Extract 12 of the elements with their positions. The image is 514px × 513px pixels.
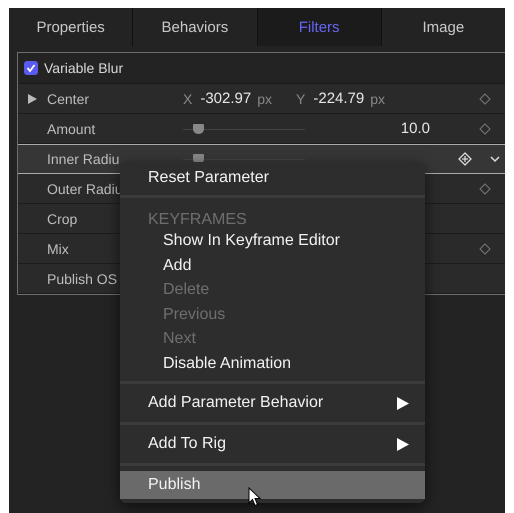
unit-label: px xyxy=(370,90,386,106)
parameter-label: Center xyxy=(47,90,90,106)
menu-section-header: KEYFRAMES xyxy=(147,210,248,229)
axis-label: X xyxy=(183,90,192,106)
axis-label: Y xyxy=(296,90,306,106)
filter-name: Variable Blur xyxy=(44,60,124,76)
parameter-label: Amount xyxy=(47,120,96,136)
parameter-label: Inner Radiu xyxy=(47,151,120,167)
parameter-label: Crop xyxy=(47,210,78,226)
parameter-label: Mix xyxy=(47,240,69,256)
parameter-label: Publish OS xyxy=(47,270,118,286)
unit-label: px xyxy=(257,90,272,106)
